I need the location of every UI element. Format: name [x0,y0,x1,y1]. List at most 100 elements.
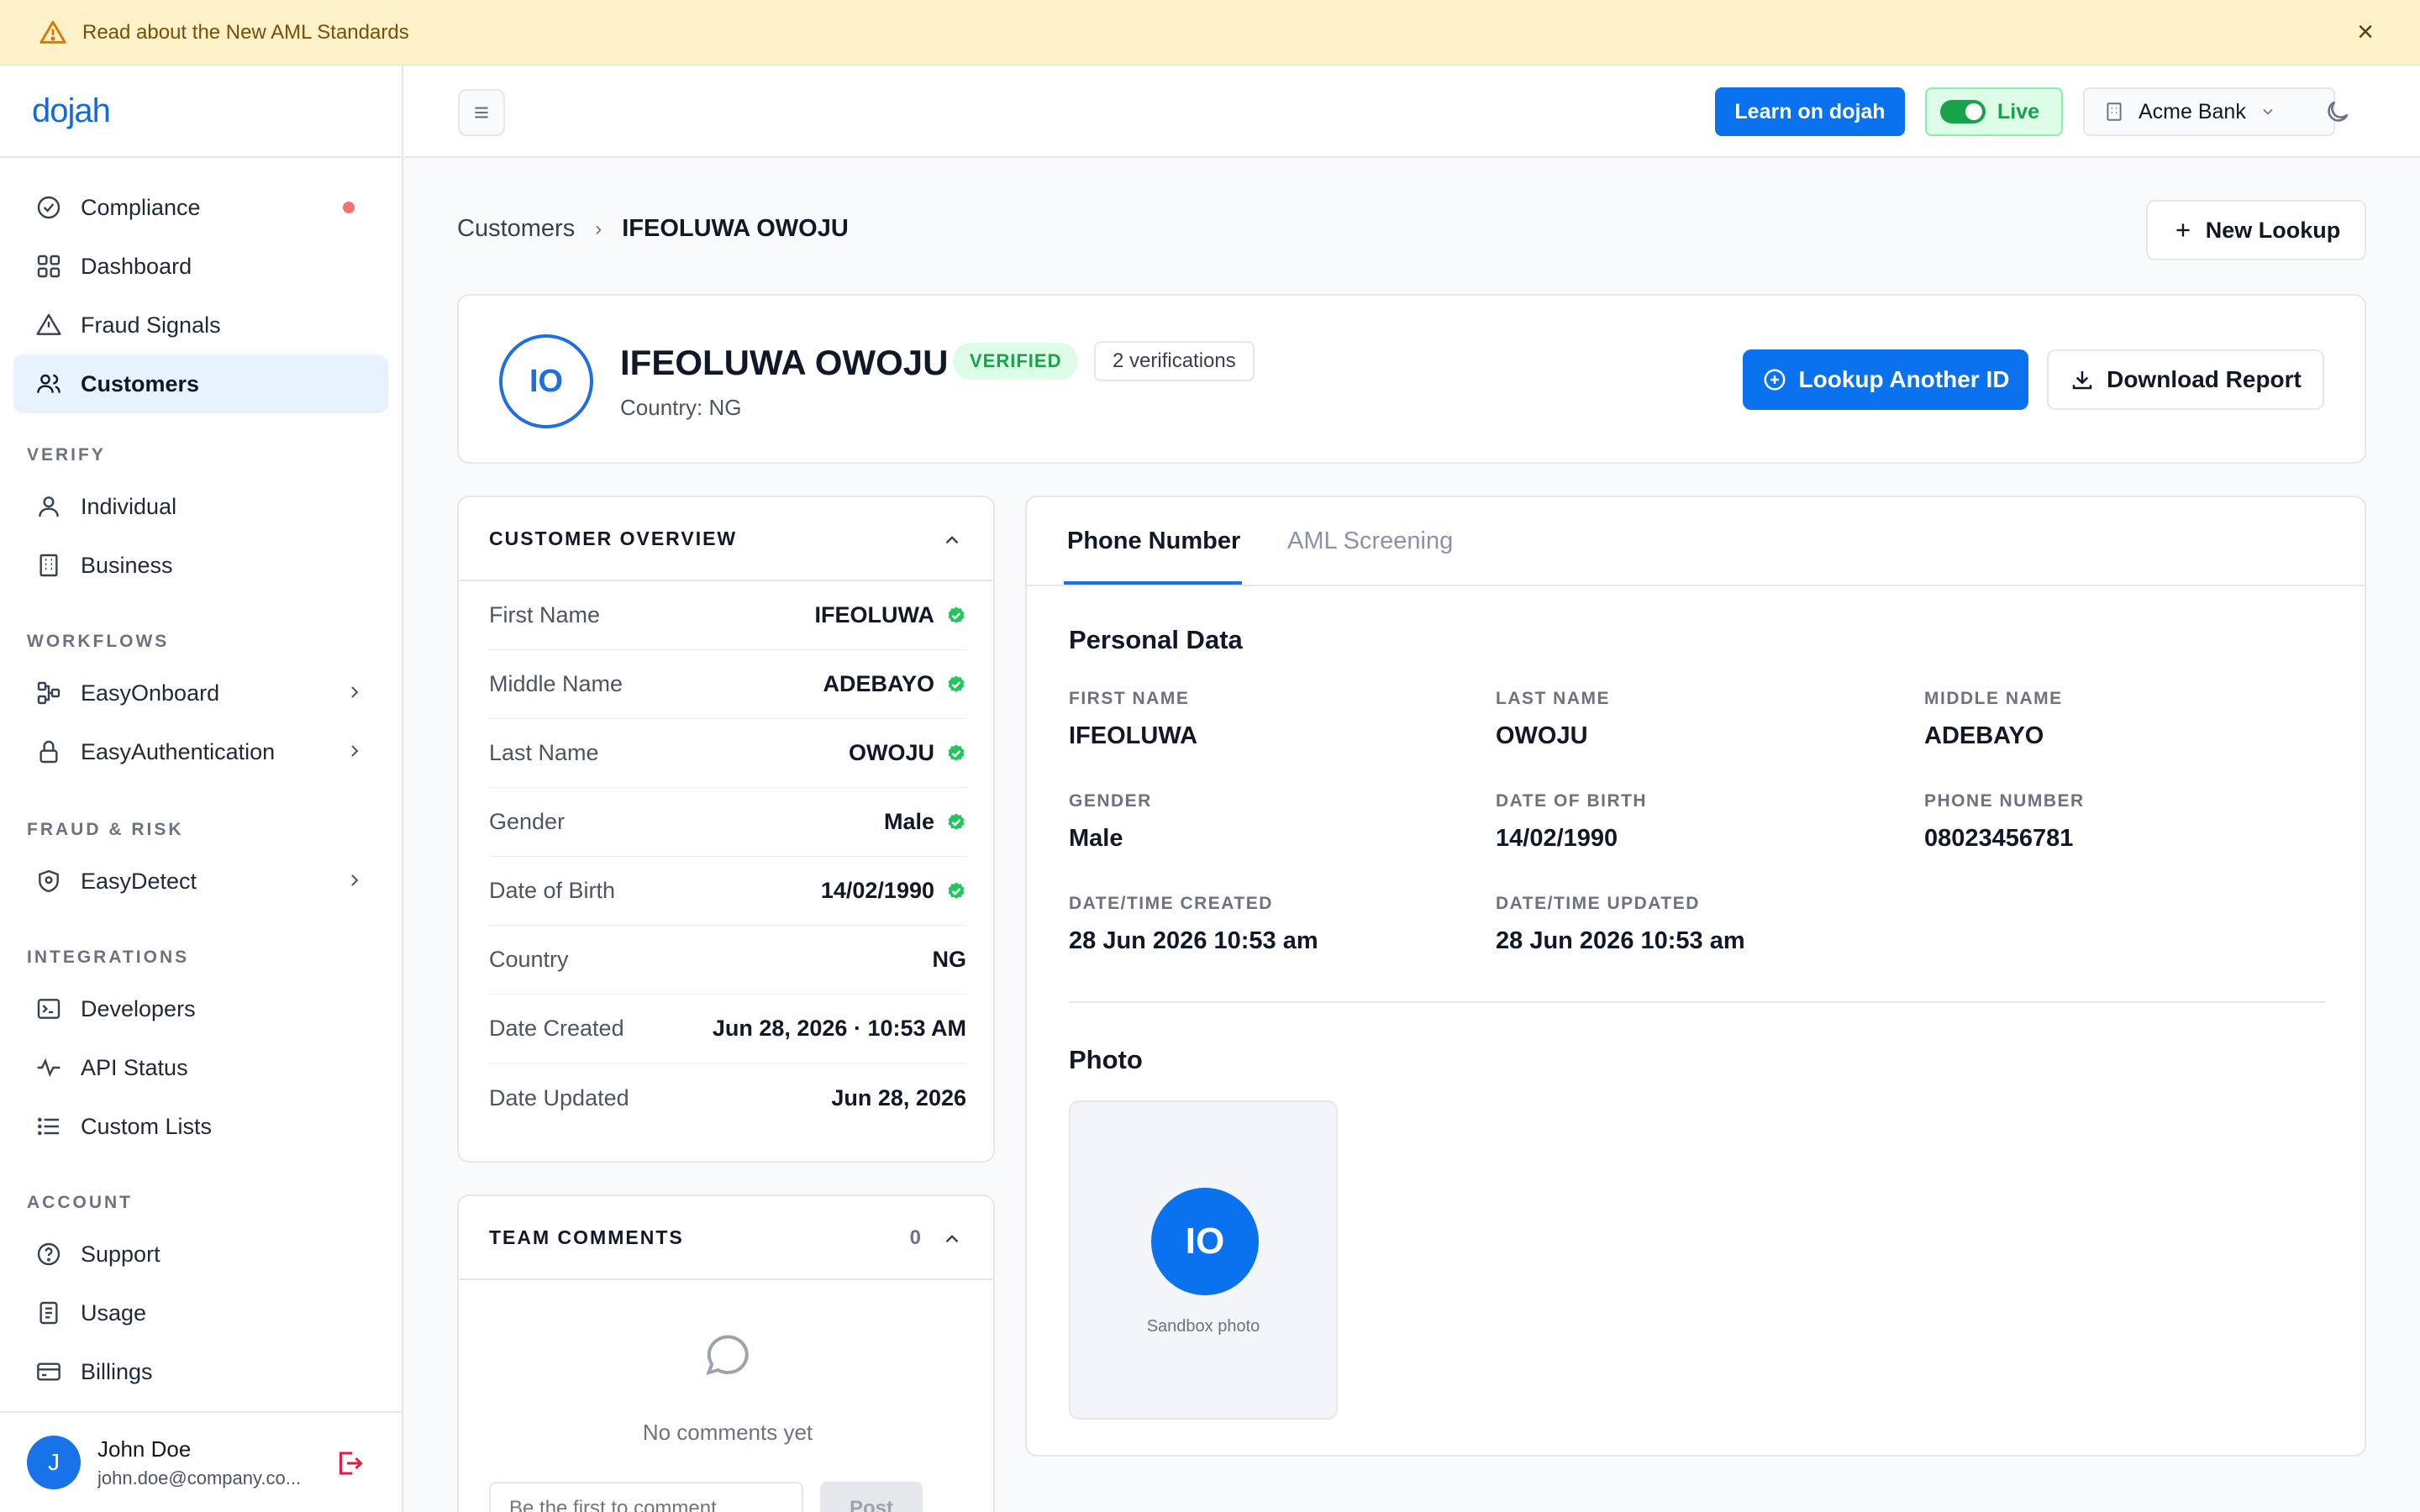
sidebar-item-api-status[interactable]: API Status [13,1038,388,1097]
overview-value-text: NG [932,947,967,972]
sidebar-item-label: Compliance [81,194,201,220]
overview-row-label: Last Name [489,740,599,765]
sidebar-item-customers[interactable]: Customers [13,354,388,413]
lookup-another-id-button[interactable]: Lookup Another ID [1743,349,2028,410]
terminal-icon [34,994,64,1024]
comment-input[interactable] [489,1482,803,1512]
download-report-button[interactable]: Download Report [2047,349,2324,410]
verified-check-icon [948,606,965,623]
chevron-right-icon: › [595,217,602,240]
customer-photo[interactable]: IO Sandbox photo [1069,1100,1338,1420]
sidebar-item-easyonboard[interactable]: EasyOnboard [13,664,388,722]
sidebar-item-usage[interactable]: Usage [13,1284,388,1342]
no-comments-text: No comments yet [642,1420,813,1445]
sidebar-item-business[interactable]: Business [13,536,388,595]
chat-bubble-icon [706,1335,749,1375]
chevron-up-icon[interactable] [941,1228,963,1250]
announcement-banner[interactable]: Read about the New AML Standards × [0,0,2420,66]
field-value: 08023456781 [1924,825,2074,852]
sidebar-item-easyauthentication[interactable]: EasyAuthentication [13,722,388,781]
sidebar-item-custom-lists[interactable]: Custom Lists [13,1097,388,1156]
customer-overview-header[interactable]: CUSTOMER OVERVIEW [459,497,993,581]
grid-icon [34,251,64,281]
overview-row-value: IFEOLUWA [815,602,967,628]
verification-count-badge[interactable]: 2 verifications [1094,341,1255,381]
help-icon [34,1239,64,1269]
chevron-right-icon [351,874,359,886]
overview-row-value: NG [933,947,967,973]
logout-icon[interactable] [334,1448,365,1478]
users-icon [34,369,64,399]
list-icon [34,1111,64,1142]
field-phone-number: PHONE NUMBER 08023456781 [1924,791,2085,853]
customer-profile-card: IO IFEOLUWA OWOJU VERIFIED 2 verificatio… [457,294,2366,464]
overview-row-label: Country [489,947,569,972]
live-mode-toggle[interactable]: Live [1925,87,2063,136]
credit-card-icon [34,1357,64,1387]
details-tabs: Phone Number AML Screening [1027,497,2365,586]
status-badge: VERIFIED [953,343,1079,380]
workflow-icon [34,678,64,708]
overview-value-text: Jun 28, 2026 · 10:53 AM [712,1016,966,1041]
close-icon[interactable]: × [2353,18,2378,46]
activity-icon [34,1053,64,1083]
overview-row-label: Date Updated [489,1084,629,1110]
sidebar-item-label: API Status [81,1054,188,1080]
field-middle-name: MIDDLE NAME ADEBAYO [1924,689,2063,750]
overview-row: Date of Birth 14/02/1990 [489,857,966,926]
field-value: ADEBAYO [1924,722,2044,749]
logo[interactable]: dojah [0,66,402,158]
field-date-created: DATE/TIME CREATED 28 Jun 2026 10:53 am [1069,894,1318,955]
sidebar-item-label: Custom Lists [81,1113,213,1139]
sidebar-item-developers[interactable]: Developers [13,979,388,1038]
new-lookup-label: New Lookup [2205,217,2341,243]
sidebar-item-label: Support [81,1241,160,1267]
learn-on-dojah-button[interactable]: Learn on dojah [1715,87,1905,136]
overview-row: Date Updated Jun 28, 2026 [489,1063,966,1132]
field-label: PHONE NUMBER [1924,791,2085,811]
new-lookup-button[interactable]: New Lookup [2146,200,2366,260]
section-label-verify: VERIFY [27,445,106,465]
check-circle-icon [34,192,64,223]
overview-row-value: 14/02/1990 [821,878,966,904]
user-name: John Doe [97,1436,192,1462]
sidebar-item-label: Usage [81,1299,147,1326]
user-email: john.doe@company.co... [97,1467,302,1488]
post-comment-button[interactable]: Post [820,1482,923,1512]
field-label: DATE/TIME CREATED [1069,894,1273,913]
sidebar-item-label: Dashboard [81,253,192,279]
field-value: 14/02/1990 [1496,825,1618,852]
live-label: Live [1997,99,2040,123]
customer-overview-title: CUSTOMER OVERVIEW [489,527,738,549]
sidebar-item-fraud-signals[interactable]: Fraud Signals [13,296,388,354]
user-profile[interactable]: J John Doe john.doe@company.co... [0,1411,402,1512]
menu-toggle-button[interactable] [458,89,505,136]
organization-selector[interactable]: Acme Bank [2083,87,2335,136]
overview-row-label: Date of Birth [489,878,616,903]
sidebar-item-support[interactable]: Support [13,1225,388,1284]
sidebar-item-billings[interactable]: Billings [13,1342,388,1401]
sidebar-item-dashboard[interactable]: Dashboard [13,237,388,296]
divider [1069,1001,2326,1003]
photo-title: Photo [1069,1045,1143,1074]
chevron-right-icon [351,686,359,698]
plus-icon [2176,223,2190,237]
sidebar-item-easydetect[interactable]: EasyDetect [13,852,388,911]
sidebar-item-compliance[interactable]: Compliance [13,178,388,237]
sidebar-item-individual[interactable]: Individual [13,477,388,536]
chevron-up-icon[interactable] [941,529,963,551]
banner-text[interactable]: Read about the New AML Standards [82,21,409,45]
breadcrumb: Customers › IFEOLUWA OWOJU [457,215,849,243]
tab-aml-screening[interactable]: AML Screening [1287,528,1453,555]
overview-value-text: ADEBAYO [823,671,934,696]
section-label-fraud-risk: FRAUD & RISK [27,820,184,839]
team-comments-header[interactable]: TEAM COMMENTS 0 [459,1196,993,1280]
sidebar-item-label: EasyOnboard [81,680,220,706]
toggle-switch[interactable] [1940,100,1986,123]
breadcrumb-customers[interactable]: Customers [457,215,575,243]
avatar[interactable]: J [27,1436,81,1489]
moon-icon[interactable] [2323,97,2352,126]
field-value: 28 Jun 2026 10:53 am [1069,927,1318,954]
tab-phone-number[interactable]: Phone Number [1067,528,1240,555]
field-value: Male [1069,825,1123,852]
